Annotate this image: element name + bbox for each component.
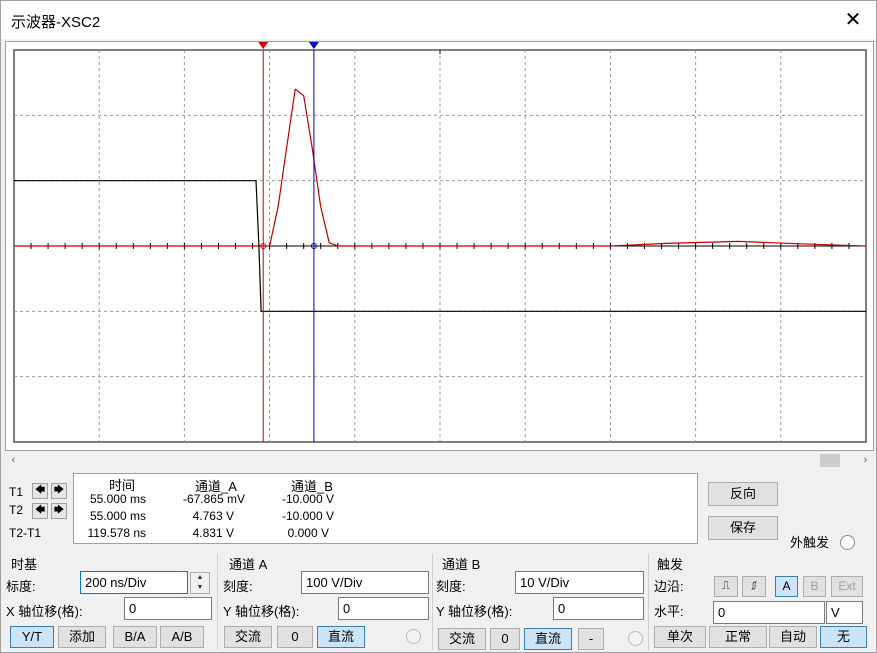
channel-b-radio[interactable] — [628, 631, 643, 646]
oscilloscope-window: 示波器-XSC2 ✕ ‹ › T1 🡄 🡆 T2 🡄 🡆 T2-T1 时间 通道… — [0, 0, 877, 653]
save-button[interactable]: 保存 — [708, 516, 778, 540]
trigger-level-label: 水平: — [654, 604, 684, 619]
cursor-t1-label: T1 — [9, 485, 24, 499]
channel-a-ac-button[interactable]: 交流 — [224, 626, 272, 648]
x-position-field[interactable]: 0 — [124, 597, 212, 620]
trigger-title: 触发 — [657, 557, 684, 572]
ab-mode-button[interactable]: A/B — [160, 626, 204, 648]
t2-channel-a: 4.763 V — [192, 509, 234, 523]
group-divider — [432, 554, 433, 650]
ext-trigger-label: 外触发 — [790, 535, 830, 550]
spin-down-icon[interactable]: ▼ — [191, 583, 209, 593]
horizontal-scrollbar[interactable]: ‹ › — [5, 452, 874, 469]
timebase-scale-field[interactable]: 200 ns/Div — [80, 571, 188, 594]
t1-channel-b: -10.000 V — [281, 492, 334, 506]
scroll-thumb[interactable] — [820, 454, 840, 467]
timebase-scale-spinner[interactable]: ▲ ▼ — [190, 572, 210, 594]
delta-time: 119.578 ns — [87, 526, 147, 540]
channel-a-zero-button[interactable]: 0 — [277, 626, 313, 648]
timebase-title: 时基 — [11, 557, 38, 572]
channel-a-ypos-label: Y 轴位移(格): — [223, 604, 300, 619]
ba-mode-button[interactable]: B/A — [113, 626, 157, 648]
scroll-right-icon[interactable]: › — [857, 452, 874, 469]
t2-left-arrow-icon[interactable]: 🡄 — [32, 503, 48, 519]
channel-a-ypos-field[interactable]: 0 — [338, 597, 429, 620]
channel-b-ac-button[interactable]: 交流 — [438, 628, 486, 650]
cursor-t2-label: T2 — [9, 503, 24, 517]
trigger-edge-label: 边沿: — [654, 579, 684, 594]
scroll-left-icon[interactable]: ‹ — [5, 452, 22, 469]
group-divider — [217, 554, 218, 650]
rising-edge-icon[interactable]: ⎍ — [714, 576, 738, 597]
channel-b-dc-button[interactable]: 直流 — [524, 628, 572, 650]
cursor-delta-label: T2-T1 — [9, 526, 42, 540]
ext-trigger-radio[interactable] — [840, 535, 855, 550]
trigger-none-button[interactable]: 无 — [820, 626, 867, 648]
delta-channel-b: 0.000 V — [287, 526, 329, 540]
trigger-source-a-button[interactable]: A — [775, 576, 798, 597]
timebase-scale-label: 标度: — [6, 579, 36, 594]
x-position-label: X 轴位移(格): — [6, 604, 83, 619]
trigger-single-button[interactable]: 单次 — [654, 626, 706, 648]
channel-b-zero-button[interactable]: 0 — [490, 628, 520, 650]
cursor-t1-marker-icon — [258, 42, 269, 49]
spin-up-icon[interactable]: ▲ — [191, 573, 209, 583]
cursor-t2-marker-icon — [308, 42, 319, 49]
trigger-auto-button[interactable]: 自动 — [769, 626, 817, 648]
cursor-table: 时间 通道_A 通道_B 55.000 ms -67.865 mV -10.00… — [73, 473, 698, 544]
add-mode-button[interactable]: 添加 — [58, 626, 106, 648]
reverse-button[interactable]: 反向 — [708, 482, 778, 506]
channel-b-ypos-field[interactable]: 0 — [553, 597, 644, 620]
channel-b-ypos-label: Y 轴位移(格): — [436, 604, 513, 619]
channel-a-title: 通道 A — [229, 557, 268, 572]
cursor-readout-panel: T1 🡄 🡆 T2 🡄 🡆 T2-T1 时间 通道_A 通道_B 55.000 … — [5, 472, 699, 545]
channel-b-scale-label: 刻度: — [436, 579, 466, 594]
title-bar[interactable]: 示波器-XSC2 ✕ — [1, 1, 876, 39]
t2-channel-b: -10.000 V — [281, 509, 334, 523]
t2-time: 55.000 ms — [89, 509, 146, 523]
trigger-level-unit[interactable]: V — [826, 601, 863, 624]
t1-left-arrow-icon[interactable]: 🡄 — [32, 483, 48, 499]
group-divider — [648, 554, 649, 650]
trigger-level-field[interactable]: 0 — [713, 601, 825, 624]
t1-right-arrow-icon[interactable]: 🡆 — [51, 483, 67, 499]
delta-channel-a: 4.831 V — [192, 526, 234, 540]
oscilloscope-screen[interactable] — [5, 41, 874, 451]
channel-a-dc-button[interactable]: 直流 — [317, 626, 365, 648]
channel-a-scale-label: 刻度: — [223, 579, 253, 594]
trigger-source-ext-button[interactable]: Ext — [831, 576, 863, 597]
channel-b-scale-field[interactable]: 10 V/Div — [515, 571, 644, 594]
t2-right-arrow-icon[interactable]: 🡆 — [51, 503, 67, 519]
t1-time: 55.000 ms — [89, 492, 146, 506]
channel-b-title: 通道 B — [442, 557, 481, 572]
trigger-normal-button[interactable]: 正常 — [709, 626, 767, 648]
channel-a-scale-field[interactable]: 100 V/Div — [301, 571, 429, 594]
yt-mode-button[interactable]: Y/T — [10, 626, 54, 648]
channel-a-radio[interactable] — [406, 629, 421, 644]
close-button[interactable]: ✕ — [830, 1, 876, 39]
window-title: 示波器-XSC2 — [11, 14, 101, 31]
channel-b-invert-button[interactable]: - — [578, 628, 604, 650]
falling-edge-icon[interactable]: ⎎ — [742, 576, 766, 597]
trigger-source-b-button[interactable]: B — [803, 576, 826, 597]
t1-channel-a: -67.865 mV — [182, 492, 245, 506]
scope-chart — [13, 42, 867, 443]
